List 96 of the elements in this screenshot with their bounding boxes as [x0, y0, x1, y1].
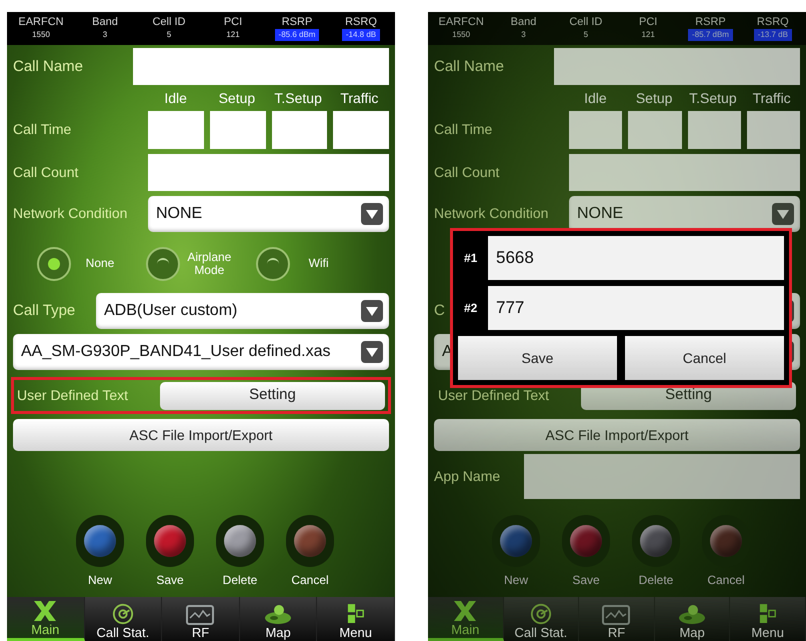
header-value: 5	[166, 29, 172, 41]
header-label: RSRP	[695, 15, 726, 29]
dropdown-value: NONE	[156, 204, 204, 224]
menu-icon	[346, 603, 365, 625]
dropdown-value: ADB(User custom)	[104, 301, 238, 321]
header-label: Cell ID	[569, 15, 602, 29]
map-icon	[677, 603, 708, 625]
column-label: Traffic	[339, 89, 380, 108]
field-label: C	[434, 302, 445, 319]
radio-option[interactable]: Wifi	[256, 246, 365, 280]
header-label: Band	[510, 15, 536, 29]
dropdown[interactable]: NONE	[148, 196, 389, 232]
field-label: Call Name	[13, 58, 84, 74]
radio-option[interactable]: None	[37, 246, 146, 280]
column-label: Traffic	[752, 89, 792, 108]
field-label: #1	[463, 250, 478, 267]
input-field[interactable]	[272, 111, 328, 149]
nav-tab[interactable]: Map	[240, 597, 318, 641]
dropdown-value: NONE	[577, 204, 624, 224]
gauge-icon	[530, 603, 552, 625]
field-label: Call Count	[13, 164, 78, 180]
header-label: EARFCN	[438, 15, 484, 29]
input-field[interactable]	[688, 111, 741, 149]
header-value: -13.7 dB	[754, 29, 792, 41]
header-value: 3	[520, 29, 527, 41]
header-label: EARFCN	[18, 15, 64, 29]
x-icon	[32, 600, 58, 622]
column-label: Idle	[163, 89, 188, 108]
nav-tab[interactable]: Call Stat.	[84, 597, 162, 641]
header-value: -14.8 dB	[342, 29, 380, 41]
input-field[interactable]	[133, 48, 389, 85]
field-label: Call Time	[13, 121, 72, 137]
field-label: User Defined Text	[438, 386, 550, 402]
import-export-button[interactable]: ASC File Import/Export	[13, 419, 389, 451]
nav-tab[interactable]: Map	[654, 597, 730, 641]
header-value: 121	[225, 29, 241, 41]
input-field[interactable]	[148, 154, 389, 191]
import-export-button[interactable]: ASC File Import/Export	[434, 419, 800, 451]
input-field[interactable]	[210, 111, 266, 149]
input-field[interactable]	[524, 454, 800, 499]
header-label: RSRP	[282, 15, 312, 29]
header-value: 1550	[451, 29, 472, 41]
field-label: Call Time	[434, 121, 492, 137]
header-value: 1550	[31, 29, 51, 41]
input-field[interactable]	[746, 111, 800, 149]
header-value: -85.7 dBm	[688, 29, 733, 41]
field-label: App Name	[434, 468, 500, 484]
field-label: Network Condition	[13, 205, 128, 221]
header-value: 5	[582, 29, 590, 41]
header-label: RSRQ	[345, 15, 377, 29]
column-label: T.Setup	[273, 89, 323, 108]
input-field[interactable]	[628, 111, 682, 149]
nav-tab[interactable]: Call Stat.	[504, 597, 580, 641]
header-value: 121	[640, 29, 656, 41]
header-value: -85.6 dBm	[274, 29, 320, 41]
field-label: Call Count	[434, 164, 500, 180]
nav-tab[interactable]: RF	[162, 597, 240, 641]
setting-button[interactable]: Setting	[160, 382, 385, 410]
column-label: T.Setup	[688, 89, 738, 108]
input-field[interactable]	[333, 111, 389, 149]
header-label: PCI	[224, 15, 242, 29]
input-field[interactable]	[148, 111, 204, 149]
header-label: Band	[92, 15, 118, 29]
dropdown-value: AA_SM-G930P_BAND41_User defined.xas	[21, 342, 332, 362]
chart-icon	[602, 605, 630, 625]
input-field[interactable]: 777	[488, 286, 784, 330]
field-label: Network Condition	[434, 205, 548, 221]
column-label: Setup	[634, 89, 674, 108]
nav-tab[interactable]: Main	[7, 597, 85, 641]
field-label: Call Type	[13, 302, 76, 319]
field-label: Call Name	[434, 58, 504, 74]
column-label: Setup	[218, 89, 256, 108]
nav-tab[interactable]: Menu	[317, 597, 395, 641]
dialog-button[interactable]: Cancel	[625, 336, 784, 380]
header-value: 3	[102, 29, 108, 41]
input-field[interactable]	[569, 111, 622, 149]
field-label: #2	[463, 300, 478, 317]
header-label: RSRQ	[756, 15, 789, 29]
x-icon	[452, 600, 478, 622]
nav-tab[interactable]: Menu	[730, 597, 806, 641]
nav-tab[interactable]: RF	[579, 597, 655, 641]
header-label: Cell ID	[152, 15, 186, 29]
nav-tab[interactable]: Main	[428, 597, 504, 641]
input-field[interactable]: 5668	[488, 236, 784, 280]
dropdown[interactable]: AA_SM-G930P_BAND41_User defined.xas	[13, 334, 389, 370]
input-field[interactable]	[554, 48, 800, 85]
input-field[interactable]	[569, 154, 800, 191]
field-label: User Defined Text	[17, 386, 128, 402]
gauge-icon	[112, 603, 134, 625]
chart-icon	[186, 605, 214, 625]
map-icon	[263, 603, 294, 625]
column-label: Idle	[583, 89, 608, 108]
dropdown[interactable]: ADB(User custom)	[96, 293, 389, 329]
menu-icon	[758, 603, 777, 625]
dialog-button[interactable]: Save	[458, 336, 617, 380]
header-label: PCI	[638, 15, 658, 29]
